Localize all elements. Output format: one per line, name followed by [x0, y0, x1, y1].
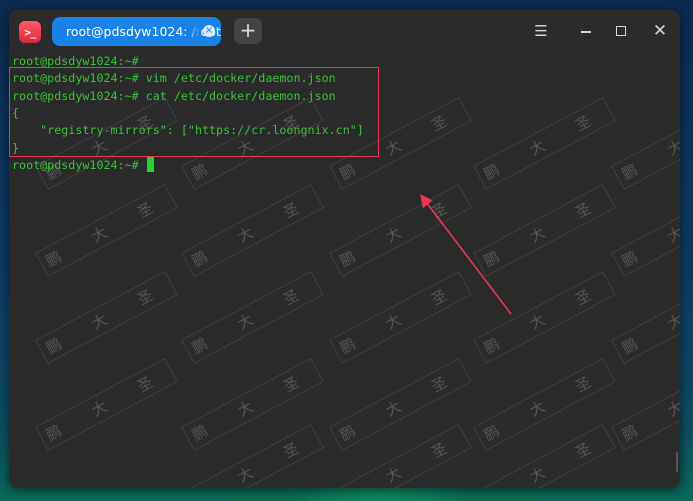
tab-title-fade — [185, 17, 201, 46]
terminal-area[interactable]: 鹏 大 圣 鹏 大 圣 鹏 大 圣 鹏 大 圣 鹏 大 圣 鹏 大 圣 鹏 大 … — [9, 52, 680, 488]
minimize-icon[interactable] — [576, 22, 596, 40]
title-bar: >_ root@pdsdyw1024: /root × + ☰ ✕ — [9, 10, 680, 52]
terminal-app-icon[interactable]: >_ — [19, 21, 41, 43]
tab-close-icon[interactable]: × — [203, 25, 215, 37]
scrollbar[interactable] — [676, 452, 678, 472]
tab-terminal[interactable]: root@pdsdyw1024: /root × — [52, 17, 221, 46]
annotation-arrow — [420, 194, 512, 315]
close-icon[interactable]: ✕ — [650, 22, 670, 40]
new-tab-button[interactable]: + — [234, 18, 262, 44]
terminal-window: >_ root@pdsdyw1024: /root × + ☰ ✕ 鹏 大 圣 … — [9, 10, 680, 488]
maximize-icon[interactable] — [611, 22, 631, 40]
menu-icon[interactable]: ☰ — [531, 22, 551, 40]
